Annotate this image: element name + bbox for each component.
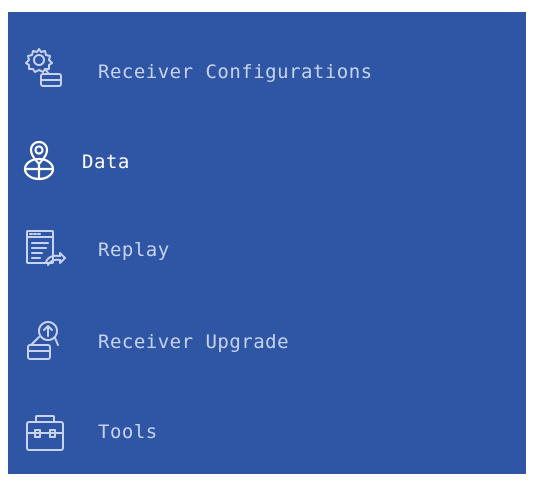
menu-item-label: Replay: [98, 239, 170, 261]
sidebar-menu: Receiver Configurations Data Replay Rece…: [8, 12, 526, 474]
menu-item-receiver-configurations[interactable]: Receiver Configurations: [8, 32, 526, 112]
menu-item-tools[interactable]: Tools: [8, 392, 526, 472]
menu-item-replay[interactable]: Replay: [8, 210, 526, 290]
settings-receiver-icon: [22, 46, 68, 92]
menu-item-data[interactable]: Data: [8, 122, 526, 202]
menu-item-label: Receiver Configurations: [98, 61, 373, 83]
menu-item-label: Receiver Upgrade: [98, 331, 290, 353]
toolbox-icon: [22, 412, 68, 458]
menu-item-label: Data: [82, 151, 130, 173]
location-data-icon: [16, 138, 62, 184]
menu-item-receiver-upgrade[interactable]: Receiver Upgrade: [8, 302, 526, 382]
replay-icon: [22, 226, 68, 272]
menu-item-label: Tools: [98, 421, 158, 443]
upgrade-icon: [22, 318, 68, 364]
